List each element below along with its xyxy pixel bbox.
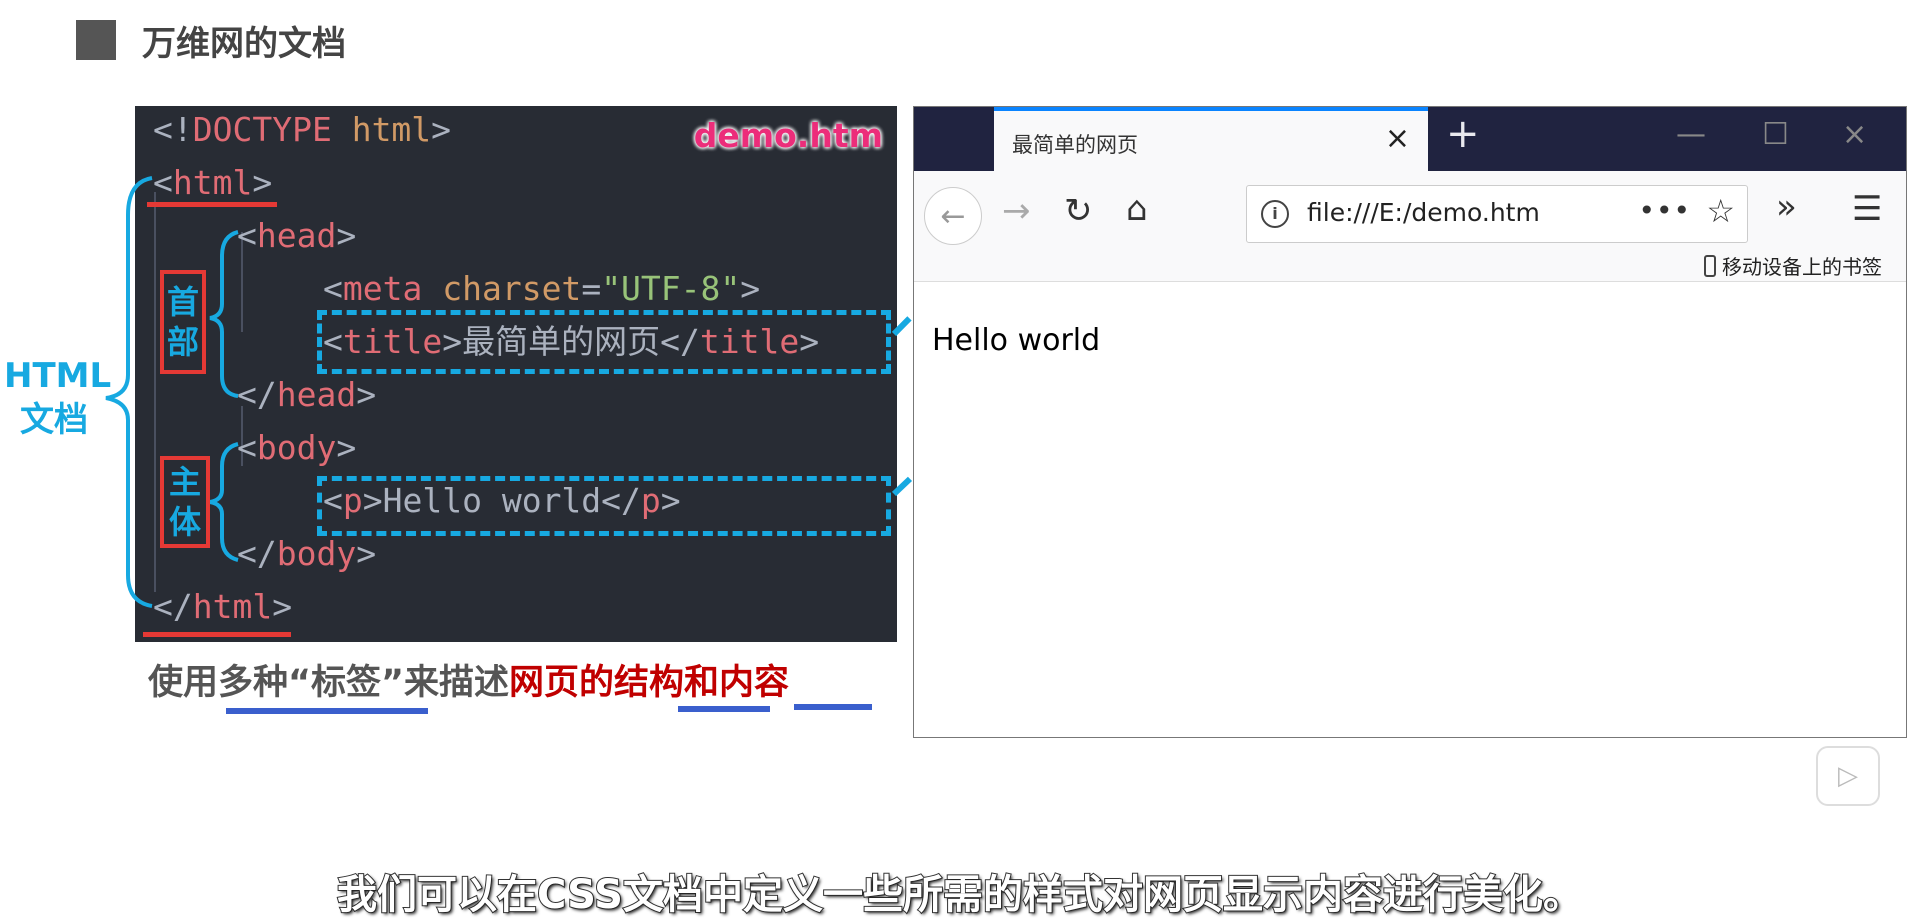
caption-part1: 使用多种“标签”来描述: [148, 663, 510, 703]
browser-window: 最简单的网页 × + — ☐ × ← → ↻ ⌂ i file:///E:/de…: [913, 106, 1907, 738]
new-tab-icon[interactable]: +: [1446, 111, 1480, 157]
window-close-icon[interactable]: ×: [1842, 117, 1867, 152]
html-doc-brace: [105, 176, 153, 608]
url-text[interactable]: file:///E:/demo.htm: [1307, 198, 1540, 227]
caption: 使用多种“标签”来描述网页的结构和内容: [148, 654, 789, 705]
page-actions-icon[interactable]: •••: [1638, 194, 1691, 227]
phone-icon: [1704, 254, 1716, 277]
video-subtitle: 我们可以在CSS文档中定义一些所需的样式对网页显示内容进行美化。: [336, 871, 1584, 919]
page-content-text: Hello world: [932, 323, 1101, 358]
overflow-icon[interactable]: »: [1776, 187, 1797, 227]
tab-close-icon[interactable]: ×: [1385, 121, 1410, 156]
back-icon[interactable]: ←: [924, 187, 982, 245]
html-doc-annotation: HTML 文档: [4, 356, 112, 440]
tab-title: 最简单的网页: [1012, 133, 1138, 157]
mobile-bookmarks-label: 移动设备上的书签: [1722, 255, 1882, 279]
bookmark-star-icon[interactable]: ☆: [1706, 192, 1735, 230]
body-annotation: 主 体: [160, 456, 210, 548]
browser-titlebar: 最简单的网页 × + — ☐ ×: [914, 107, 1906, 171]
head-brace: [209, 230, 239, 398]
browser-tab[interactable]: 最简单的网页 ×: [994, 107, 1428, 171]
caption-underline-content: [794, 704, 872, 710]
maximize-icon[interactable]: ☐: [1762, 117, 1789, 152]
head-annotation: 首 部: [160, 270, 206, 374]
minimize-icon[interactable]: —: [1676, 117, 1706, 152]
caption-part2: 网页的结构和内容: [509, 663, 790, 703]
body-brace: [209, 442, 239, 562]
home-icon[interactable]: ⌂: [1126, 189, 1148, 229]
info-icon[interactable]: i: [1261, 200, 1289, 228]
play-icon[interactable]: ▷: [1816, 746, 1880, 806]
caption-underline-structure: [678, 706, 770, 712]
browser-toolbar: ← → ↻ ⌂ i file:///E:/demo.htm ••• ☆ » ☰ …: [914, 171, 1906, 282]
url-bar[interactable]: i file:///E:/demo.htm ••• ☆: [1246, 185, 1748, 243]
caption-underline-tags: [226, 708, 428, 714]
forward-icon[interactable]: →: [1002, 191, 1031, 231]
reload-icon[interactable]: ↻: [1064, 191, 1093, 231]
menu-icon[interactable]: ☰: [1852, 189, 1882, 229]
mobile-bookmarks[interactable]: 移动设备上的书签: [1704, 251, 1882, 280]
